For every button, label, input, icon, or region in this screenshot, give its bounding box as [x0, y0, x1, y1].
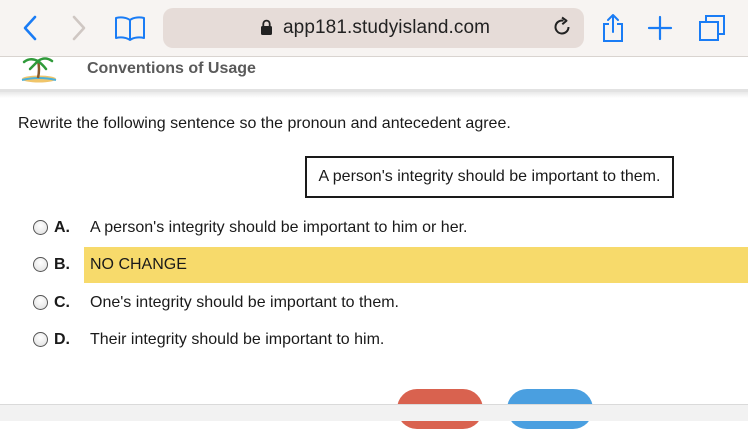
- radio-button[interactable]: [33, 332, 48, 347]
- radio-button[interactable]: [33, 220, 48, 235]
- plus-icon[interactable]: [642, 10, 678, 46]
- answer-option-a[interactable]: A. A person's integrity should be import…: [0, 210, 748, 246]
- chevron-right-icon[interactable]: [61, 10, 97, 46]
- section-title: Conventions of Usage: [87, 60, 256, 77]
- option-text[interactable]: Their integrity should be important to h…: [90, 331, 384, 349]
- tabs-icon[interactable]: [694, 10, 730, 46]
- book-icon[interactable]: [112, 10, 148, 46]
- option-text[interactable]: NO CHANGE: [90, 256, 187, 274]
- answer-option-c[interactable]: C. One's integrity should be important t…: [0, 285, 748, 321]
- option-letter: A.: [54, 219, 70, 236]
- palm-tree-icon: [18, 53, 60, 88]
- option-text[interactable]: A person's integrity should be important…: [90, 219, 467, 237]
- answer-option-d[interactable]: D. Their integrity should be important t…: [0, 322, 748, 358]
- answer-option-b[interactable]: B. NO CHANGE: [0, 247, 748, 283]
- radio-button[interactable]: [33, 295, 48, 310]
- radio-button[interactable]: [33, 257, 48, 272]
- chevron-left-icon[interactable]: [12, 10, 48, 46]
- url-text: app181.studyisland.com: [283, 17, 491, 38]
- sentence-box: A person's integrity should be important…: [305, 156, 674, 198]
- option-letter: C.: [54, 294, 70, 311]
- app-header: Conventions of Usage: [0, 57, 748, 92]
- share-icon[interactable]: [595, 10, 631, 46]
- header-divider: [0, 92, 748, 98]
- bottom-bar: [0, 404, 748, 421]
- option-letter: D.: [54, 331, 70, 348]
- lock-icon: [260, 19, 273, 41]
- address-bar[interactable]: app181.studyisland.com: [163, 8, 584, 48]
- sentence-text: A person's integrity should be important…: [318, 168, 661, 185]
- question-prompt: Rewrite the following sentence so the pr…: [18, 115, 511, 132]
- option-text[interactable]: One's integrity should be important to t…: [90, 294, 399, 312]
- browser-toolbar: app181.studyisland.com: [0, 0, 748, 57]
- reload-icon[interactable]: [551, 16, 573, 43]
- option-letter: B.: [54, 256, 70, 273]
